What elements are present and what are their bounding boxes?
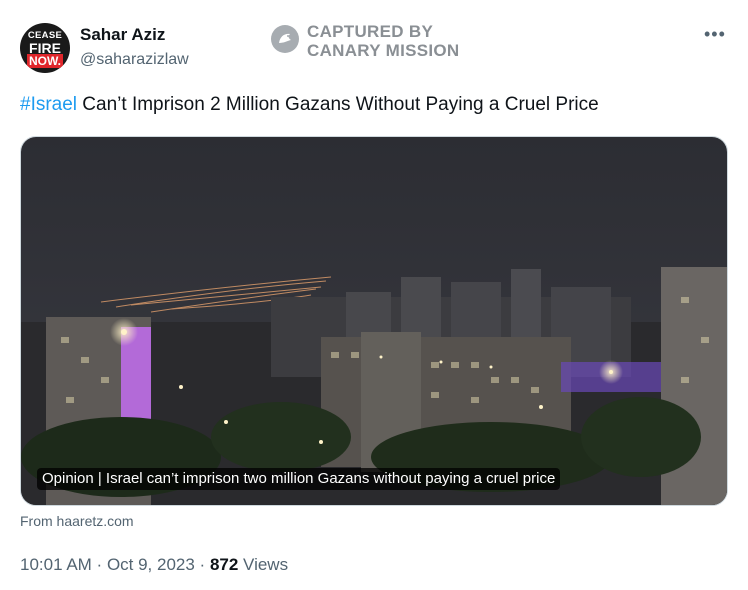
views-label: Views xyxy=(238,555,289,574)
more-options-button[interactable]: ••• xyxy=(704,24,726,45)
tweet-meta: 10:01 AM · Oct 9, 2023 · 872 Views xyxy=(20,555,288,575)
link-card[interactable]: Opinion | Israel can’t imprison two mill… xyxy=(20,136,728,506)
link-source[interactable]: From haaretz.com xyxy=(20,513,134,529)
hashtag-link[interactable]: #Israel xyxy=(20,94,77,115)
avatar-text-line3: NOW. xyxy=(27,54,63,68)
link-card-caption: Opinion | Israel can’t imprison two mill… xyxy=(37,468,561,490)
avatar-text-line2: FIRE xyxy=(29,40,61,56)
more-horizontal-icon: ••• xyxy=(704,24,726,44)
avatar[interactable]: CEASE FIRE NOW. xyxy=(20,23,70,73)
author-handle[interactable]: @saharazizlaw xyxy=(80,51,189,69)
canary-bird-icon xyxy=(271,25,299,53)
meta-separator: · xyxy=(91,555,107,574)
views-count: 872 xyxy=(209,555,239,574)
meta-separator-2: · xyxy=(194,555,210,574)
watermark-line1: CAPTURED BY xyxy=(307,22,434,41)
tweet-text: #Israel Can’t Imprison 2 Million Gazans … xyxy=(20,94,599,116)
link-card-image xyxy=(21,137,727,505)
author-name[interactable]: Sahar Aziz xyxy=(80,25,165,45)
tweet-body: Can’t Imprison 2 Million Gazans Without … xyxy=(77,94,599,115)
tweet-date[interactable]: Oct 9, 2023 xyxy=(107,555,195,574)
tweet-time[interactable]: 10:01 AM xyxy=(20,555,92,574)
watermark-line2: CANARY MISSION xyxy=(307,41,460,60)
